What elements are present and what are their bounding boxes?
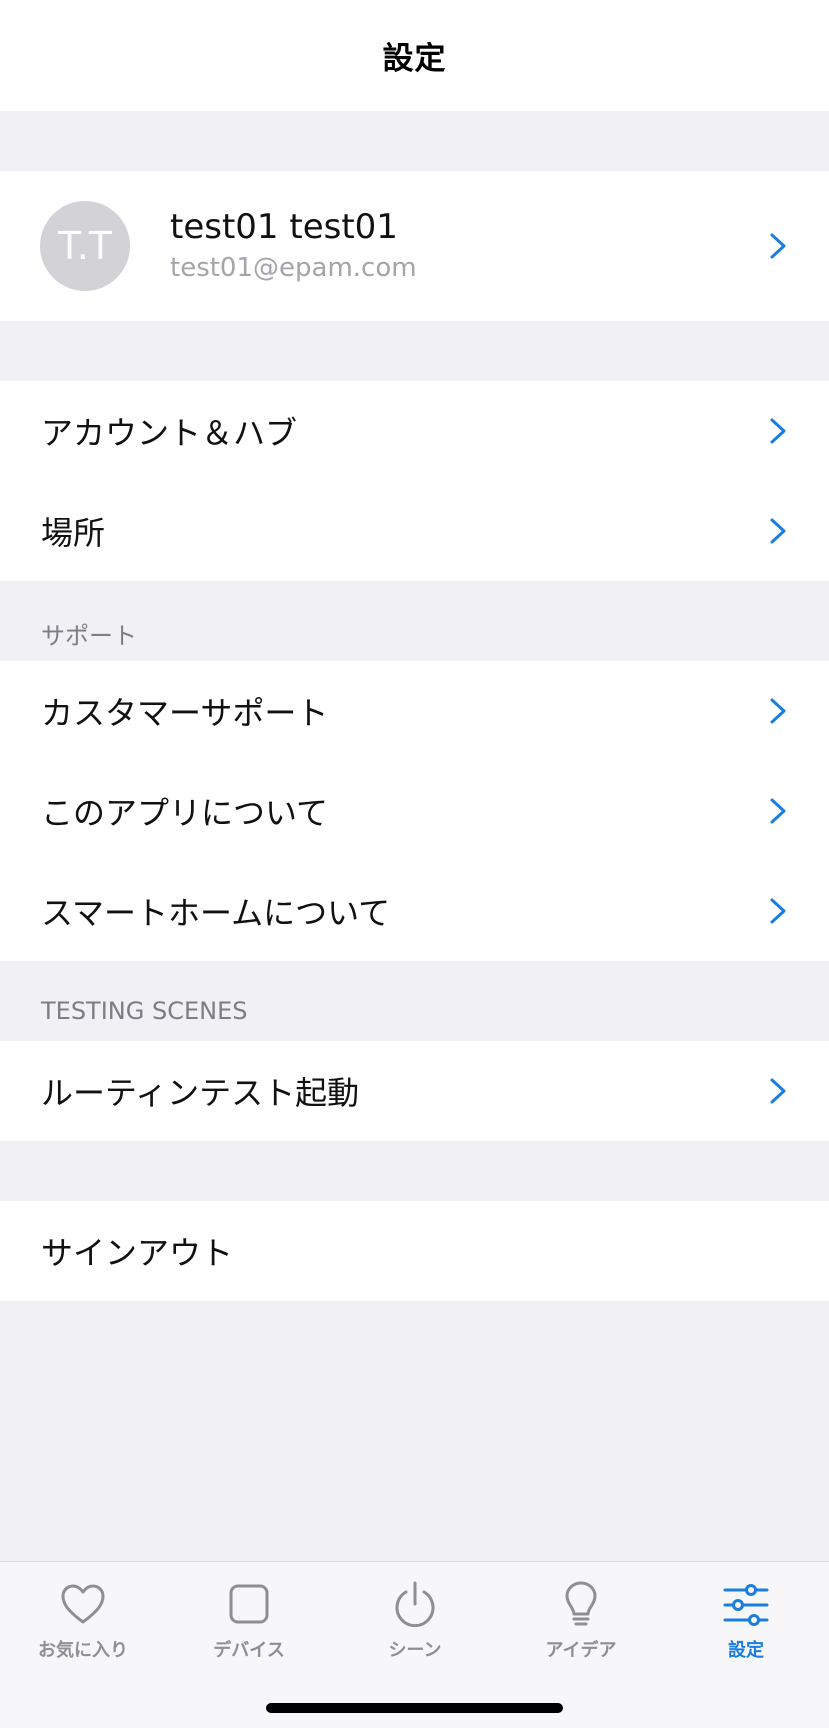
tab-label: デバイス (213, 1640, 285, 1661)
chevron-right-icon (770, 518, 786, 544)
chevron-right-icon (770, 233, 786, 259)
profile-name: test01 test01 (170, 207, 398, 247)
account-group: アカウント＆ハブ 場所 (0, 381, 829, 581)
menu-item-routine-test[interactable]: ルーティンテスト起動 (0, 1041, 829, 1141)
menu-item-label: カスタマーサポート (41, 694, 329, 732)
menu-item-about-smart-home[interactable]: スマートホームについて (0, 861, 829, 961)
navigation-bar: 設定 (0, 0, 829, 111)
avatar: T.T (40, 201, 130, 291)
sign-out-group: サインアウト (0, 1201, 829, 1301)
menu-item-label: 場所 (41, 514, 106, 552)
sign-out-label: サインアウト (41, 1234, 234, 1272)
tab-settings[interactable]: 設定 (663, 1580, 829, 1680)
device-square-icon (229, 1584, 269, 1624)
section-header-support: サポート (41, 622, 137, 650)
sliders-icon (723, 1584, 769, 1626)
chevron-right-icon (770, 1078, 786, 1104)
tab-label: お気に入り (38, 1640, 128, 1661)
power-icon (395, 1581, 435, 1628)
tab-devices[interactable]: デバイス (166, 1580, 332, 1680)
menu-item-account-hub[interactable]: アカウント＆ハブ (0, 381, 829, 481)
page-title: 設定 (382, 41, 447, 77)
chevron-right-icon (770, 898, 786, 924)
section-header-testing: TESTING SCENES (41, 997, 248, 1025)
testing-group: ルーティンテスト起動 (0, 1041, 829, 1141)
menu-item-label: アカウント＆ハブ (41, 414, 298, 452)
home-indicator[interactable] (266, 1703, 563, 1713)
menu-item-label: ルーティンテスト起動 (41, 1074, 360, 1112)
menu-item-label: このアプリについて (41, 794, 329, 832)
tab-label: シーン (388, 1640, 442, 1661)
chevron-right-icon (770, 698, 786, 724)
tab-label: 設定 (728, 1640, 764, 1661)
profile-row[interactable]: T.T test01 test01 test01@epam.com (0, 171, 829, 321)
support-group: カスタマーサポート このアプリについて スマートホームについて (0, 661, 829, 961)
sign-out-button[interactable]: サインアウト (0, 1201, 829, 1301)
profile-group: T.T test01 test01 test01@epam.com (0, 171, 829, 321)
profile-email: test01@epam.com (170, 253, 417, 283)
menu-item-about-app[interactable]: このアプリについて (0, 761, 829, 861)
tab-favorites[interactable]: お気に入り (0, 1580, 166, 1680)
tab-ideas[interactable]: アイデア (498, 1580, 664, 1680)
menu-item-customer-support[interactable]: カスタマーサポート (0, 661, 829, 761)
avatar-initials: T.T (58, 224, 112, 268)
tab-label: アイデア (545, 1640, 617, 1661)
heart-icon (61, 1584, 105, 1624)
lightbulb-icon (565, 1581, 597, 1626)
menu-item-locations[interactable]: 場所 (0, 481, 829, 581)
chevron-right-icon (770, 418, 786, 444)
tab-scenes[interactable]: シーン (332, 1580, 498, 1680)
chevron-right-icon (770, 798, 786, 824)
menu-item-label: スマートホームについて (41, 894, 391, 932)
